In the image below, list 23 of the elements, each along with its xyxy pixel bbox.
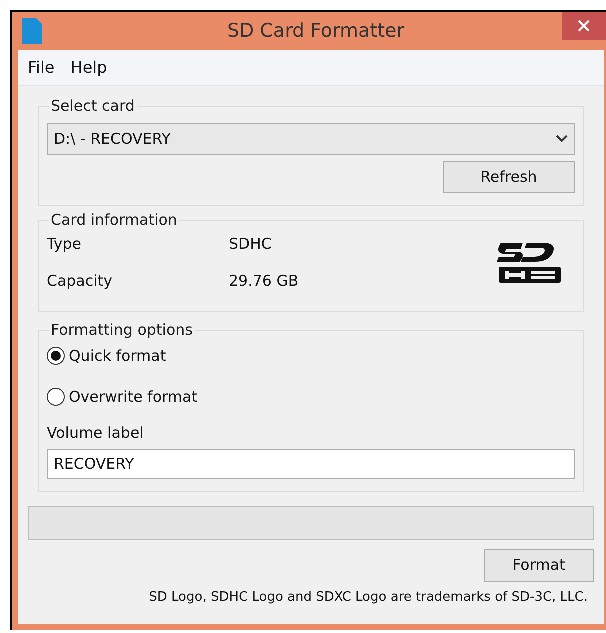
info-label: Type (47, 234, 82, 255)
chevron-down-icon (556, 135, 568, 143)
format-option[interactable]: Overwrite format (47, 386, 575, 408)
radio-button[interactable] (47, 388, 65, 406)
close-icon (578, 20, 590, 32)
menu-item[interactable]: Help (64, 56, 114, 80)
info-value: SDHC (229, 234, 272, 255)
format-option[interactable]: Quick format (47, 345, 575, 368)
radio-button[interactable] (47, 347, 65, 366)
window-title: SD Card Formatter (227, 18, 405, 44)
trademark-notice: SD Logo, SDHC Logo and SDXC Logo are trademarks of SD-3C, LLC. (149, 588, 588, 606)
close-button[interactable] (562, 12, 606, 40)
volume-label-field[interactable]: RECOVERY (47, 448, 575, 478)
field-label: Volume label (47, 423, 145, 444)
refresh-button[interactable]: Refresh (443, 161, 575, 193)
sd-card-icon (22, 18, 42, 44)
sdhc-logo-icon (495, 241, 561, 285)
menu-item[interactable]: File (22, 56, 61, 80)
card-dropdown[interactable]: D:\ - RECOVERY (47, 123, 575, 155)
info-label: Capacity (47, 270, 114, 292)
info-value: 29.76 GB (229, 270, 299, 292)
group-title: Formatting options (49, 321, 195, 339)
format-button[interactable]: Format (484, 548, 594, 582)
